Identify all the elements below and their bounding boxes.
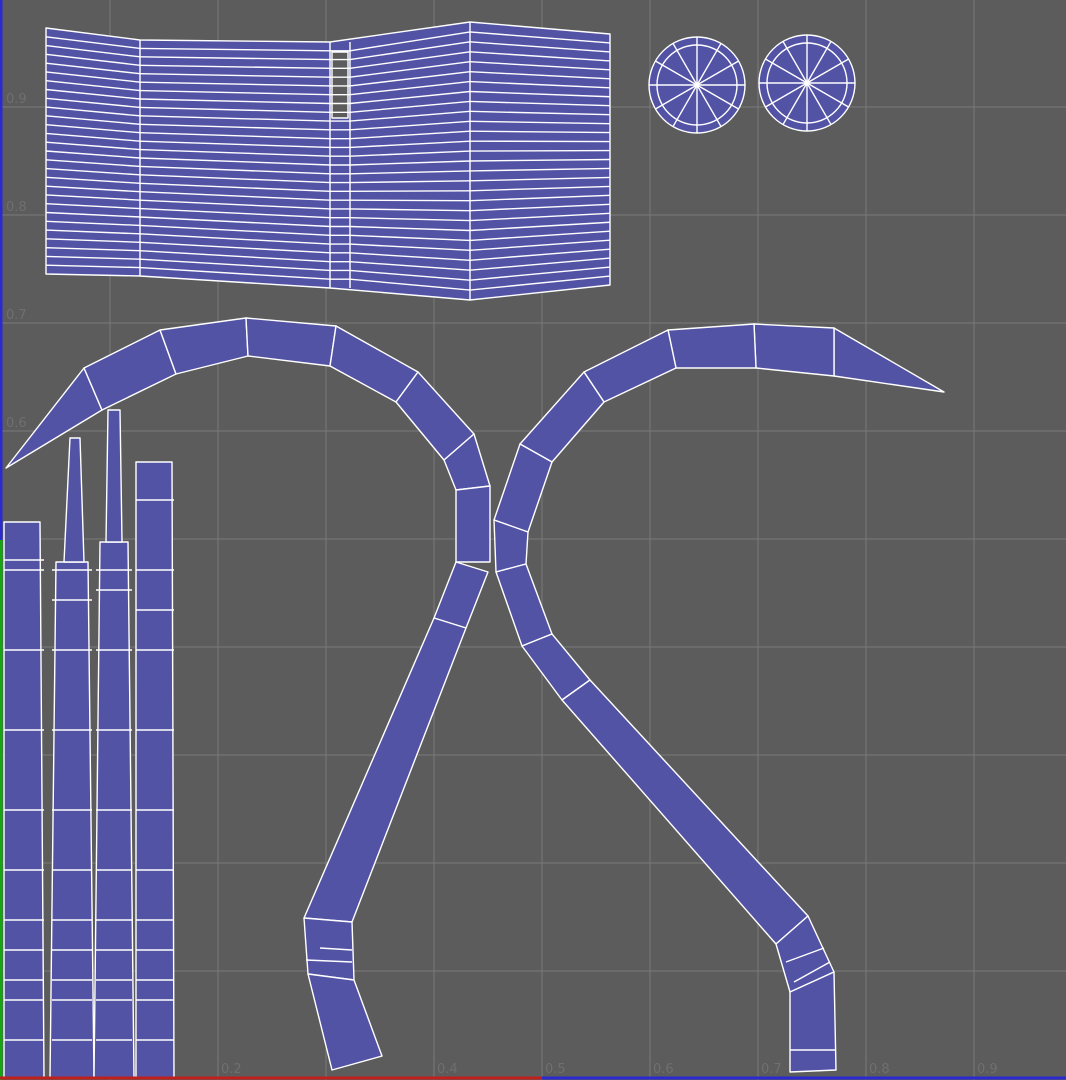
- u-tick-label: 0.4: [437, 1062, 458, 1077]
- u-tick-label: 0.6: [653, 1062, 674, 1077]
- u-tick-label: 0.7: [761, 1062, 782, 1077]
- wire-edge: [469, 149, 611, 152]
- cap-circle-right-island[interactable]: [758, 34, 856, 132]
- u-tick-label: 0.8: [869, 1062, 890, 1077]
- cap-circle-left-island[interactable]: [648, 36, 746, 134]
- v-tick-label: 0.8: [6, 200, 27, 215]
- wire-edge: [349, 190, 471, 193]
- v-tick-label: 0.7: [6, 308, 27, 323]
- u-tick-label: 0.2: [221, 1062, 242, 1077]
- u-tick-label: 0.9: [977, 1062, 998, 1077]
- vertical-strips-island[interactable]: [3, 409, 175, 1079]
- uv-editor-viewport[interactable]: 0.9 0.8 0.7 0.6 0.2 0.4 0.5 0.6 0.7 0.8 …: [0, 0, 1066, 1080]
- v-tick-label: 0.9: [6, 92, 27, 107]
- u-tick-label: 0.5: [545, 1062, 566, 1077]
- right-arm-island[interactable]: [493, 323, 945, 1073]
- uv-canvas[interactable]: 0.9 0.8 0.7 0.6 0.2 0.4 0.5 0.6 0.7 0.8 …: [0, 0, 1066, 1080]
- v-axis-tick-labels: 0.9 0.8 0.7 0.6: [6, 92, 27, 431]
- wire-edge: [349, 199, 471, 202]
- body-panel-island[interactable]: [45, 21, 611, 301]
- v-tick-label: 0.6: [6, 416, 27, 431]
- panel-hole: [331, 51, 349, 119]
